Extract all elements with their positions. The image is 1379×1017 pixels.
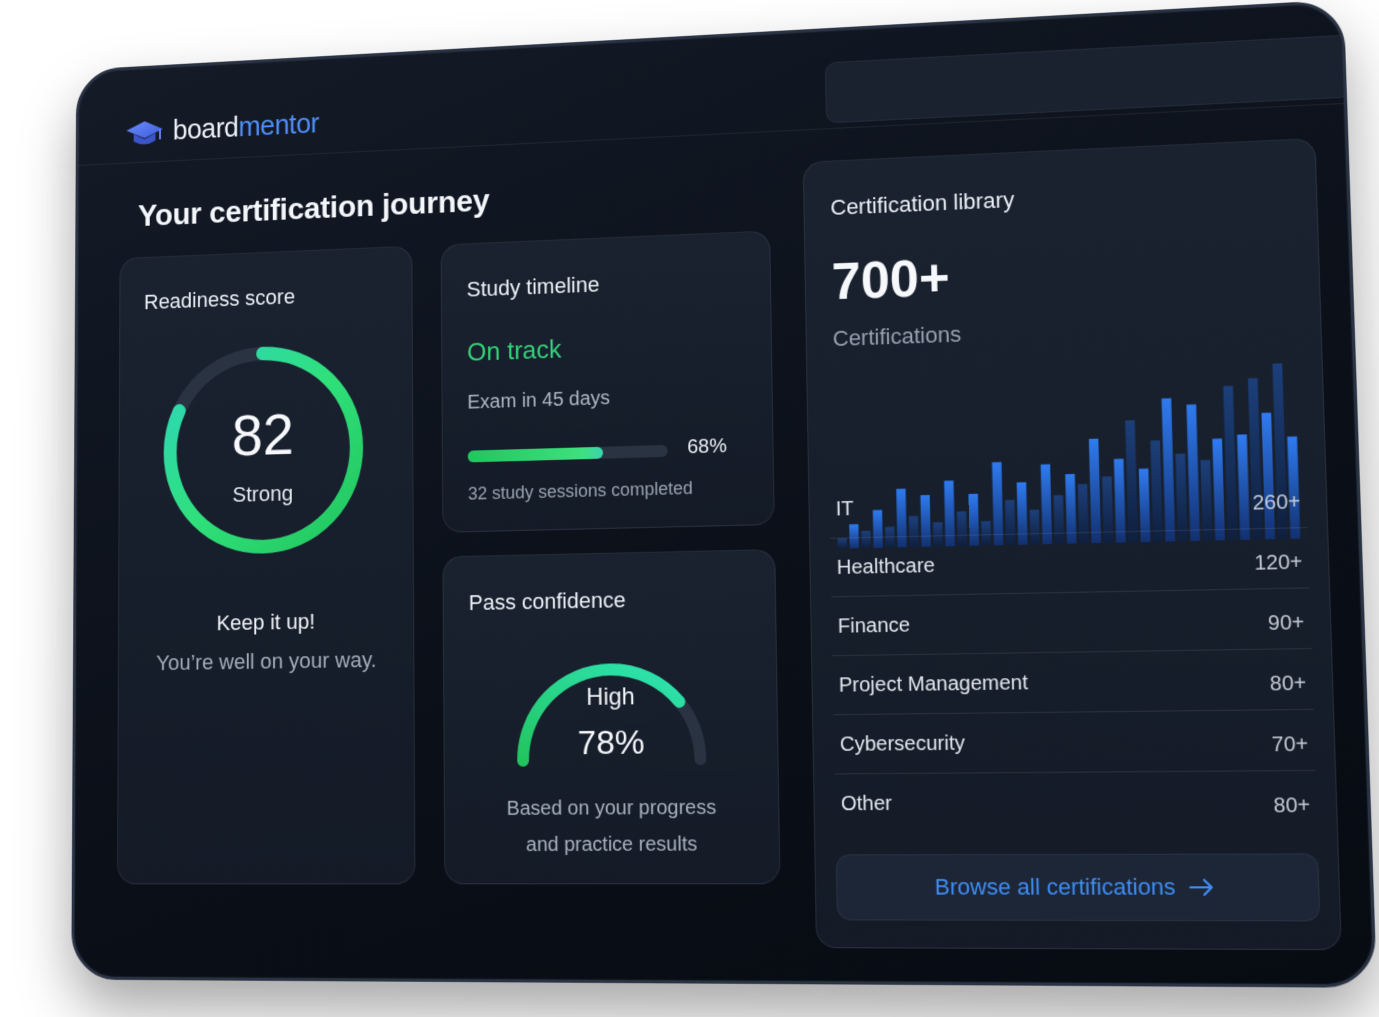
category-count: 80+ [1273, 794, 1310, 818]
timeline-title: Study timeline [467, 272, 600, 303]
exam-countdown: Exam in 45 days [467, 387, 610, 414]
readiness-headline: Keep it up! [119, 607, 415, 638]
confidence-note-line-2: and practice results [464, 826, 761, 863]
readiness-score-value: 82 [156, 398, 370, 471]
category-list: IT 260+ Healthcare 120+ Finance 90+ Project Ma… [829, 468, 1317, 834]
library-count: 700+ [831, 248, 950, 312]
study-progress-percent: 68% [687, 435, 727, 459]
category-name: Healthcare [837, 555, 936, 580]
app-header: boardmentor [78, 3, 1344, 166]
category-name: Finance [838, 614, 911, 639]
category-name: IT [836, 498, 854, 522]
category-row[interactable]: Cybersecurity 70+ [833, 710, 1315, 775]
confidence-level: High [508, 682, 715, 713]
category-row[interactable]: Healthcare 120+ [830, 528, 1309, 597]
browse-certifications-button[interactable]: Browse all certifications [836, 853, 1321, 921]
category-count: 80+ [1270, 672, 1307, 697]
category-count: 90+ [1268, 612, 1305, 637]
readiness-message: You’re well on your way. [119, 647, 416, 677]
readiness-card: Readiness score 82 Strong Keep it up! Yo… [117, 246, 415, 885]
category-row[interactable]: IT 260+ [829, 468, 1308, 539]
category-count: 70+ [1271, 733, 1308, 758]
certification-library-card: Certification library 700+ Certification… [803, 138, 1342, 950]
study-sessions: 32 study sessions completed [468, 478, 693, 505]
category-row[interactable]: Project Management 80+ [832, 649, 1313, 715]
pass-confidence-card: Pass confidence High 78% Based on your p… [442, 549, 780, 884]
page-title: Your certification journey [138, 182, 490, 233]
search-bar[interactable] [825, 35, 1352, 124]
brand-logo[interactable]: boardmentor [125, 109, 319, 150]
brand-name-part-b: mentor [238, 109, 319, 143]
library-title: Certification library [830, 187, 1014, 221]
arrow-right-icon [1188, 878, 1216, 897]
browse-label: Browse all certifications [934, 874, 1175, 901]
readiness-title: Readiness score [144, 284, 295, 315]
library-subtitle: Certifications [833, 322, 962, 353]
category-count: 260+ [1252, 491, 1301, 516]
category-name: Cybersecurity [840, 732, 965, 757]
category-count: 120+ [1254, 551, 1303, 576]
category-row[interactable]: Finance 90+ [831, 588, 1311, 656]
confidence-note-line-1: Based on your progress [464, 789, 760, 827]
graduation-cap-icon [125, 118, 163, 148]
brand-name: boardmentor [173, 109, 319, 148]
confidence-note: Based on your progress and practice resu… [464, 789, 761, 863]
study-progress-fill [468, 447, 603, 463]
category-row[interactable]: Other 80+ [834, 771, 1317, 834]
category-name: Other [841, 793, 892, 817]
app-window: boardmentor Your certification journey R… [71, 0, 1377, 988]
stage: boardmentor Your certification journey R… [0, 0, 1379, 1017]
confidence-percent: 78% [508, 723, 715, 764]
brand-name-part-a: board [173, 113, 239, 147]
category-name: Project Management [839, 672, 1029, 698]
study-timeline-card: Study timeline On track Exam in 45 days … [441, 230, 775, 532]
timeline-status: On track [467, 334, 562, 368]
study-progress-bar [468, 445, 668, 463]
confidence-title: Pass confidence [469, 587, 626, 616]
